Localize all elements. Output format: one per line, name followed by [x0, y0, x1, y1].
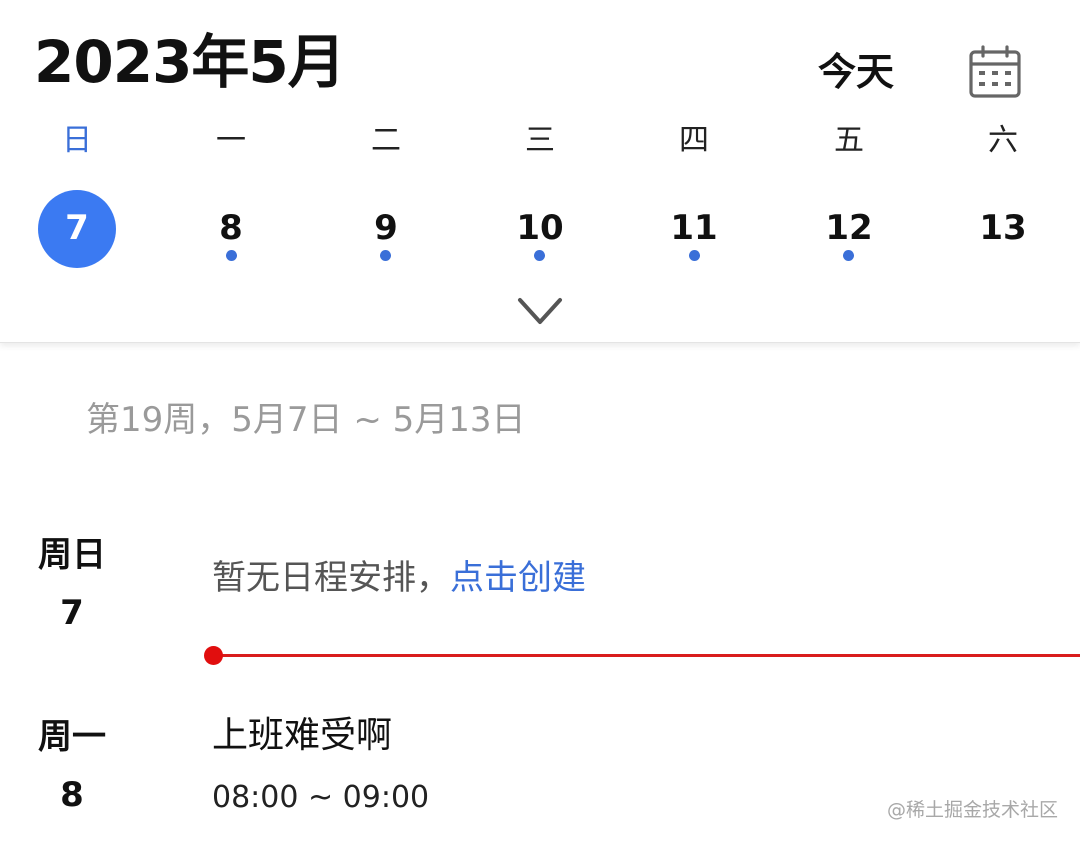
- date-number: 9: [374, 208, 398, 248]
- current-time-line: [214, 654, 1080, 657]
- empty-schedule-message: 暂无日程安排，: [212, 558, 450, 598]
- day-weekday: 周日: [38, 535, 106, 575]
- weekday-monday: 一: [216, 123, 246, 158]
- calendar-icon[interactable]: [966, 44, 1024, 102]
- weekday-friday: 五: [834, 123, 864, 158]
- event-dot: [226, 250, 237, 261]
- month-title[interactable]: 2023年5月: [34, 24, 346, 100]
- event-dot: [380, 250, 391, 261]
- weekday-sunday: 日: [62, 123, 92, 158]
- empty-schedule-text: 暂无日程安排，点击创建: [212, 552, 586, 604]
- day-label-sunday: 周日 7: [24, 526, 120, 642]
- weekday-wednesday: 三: [525, 123, 555, 158]
- date-number: 8: [219, 208, 243, 248]
- day-weekday: 周一: [38, 717, 106, 757]
- event-dot: [534, 250, 545, 261]
- calendar-header: 2023年5月 今天 日 一 二 三 四 五 六 7 8 9 10 11 12 …: [0, 0, 1080, 343]
- weekday-tuesday: 二: [371, 123, 401, 158]
- calendar-screen: 2023年5月 今天 日 一 二 三 四 五 六 7 8 9 10 11 12 …: [0, 0, 1080, 845]
- day-label-monday: 周一 8: [24, 708, 120, 824]
- weekday-row: 日 一 二 三 四 五 六: [0, 118, 1080, 164]
- date-number: 10: [516, 208, 564, 248]
- event-title[interactable]: 上班难受啊: [212, 710, 392, 762]
- date-number: 7: [65, 208, 89, 248]
- event-dot: [843, 250, 854, 261]
- week-range-label: 第19周，5月7日 ~ 5月13日: [86, 400, 526, 440]
- date-number: 11: [670, 208, 718, 248]
- today-button[interactable]: 今天: [818, 46, 894, 98]
- day-date: 8: [60, 775, 84, 815]
- weekday-thursday: 四: [679, 123, 709, 158]
- day-date: 7: [60, 593, 84, 633]
- current-time-dot: [204, 646, 223, 665]
- date-number: 13: [979, 208, 1027, 248]
- event-dot-row: [0, 250, 1080, 262]
- watermark: @稀土掘金技术社区: [886, 799, 1058, 821]
- chevron-down-icon[interactable]: [514, 292, 566, 332]
- date-number: 12: [825, 208, 873, 248]
- weekday-saturday: 六: [988, 123, 1018, 158]
- event-time: 08:00 ~ 09:00: [212, 780, 430, 815]
- create-event-link[interactable]: 点击创建: [450, 558, 586, 598]
- event-dot: [689, 250, 700, 261]
